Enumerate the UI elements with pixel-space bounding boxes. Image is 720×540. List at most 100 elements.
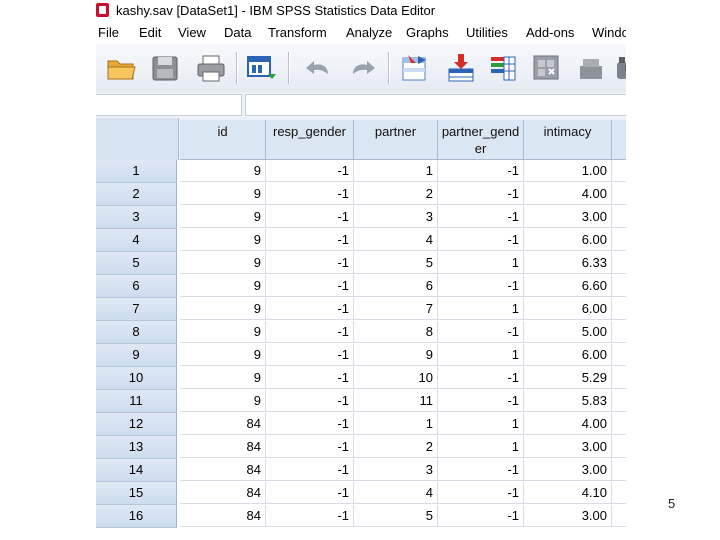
menu-data[interactable]: Data xyxy=(224,25,251,40)
cell-intimacy[interactable]: 4.00 xyxy=(524,413,612,435)
open-folder-icon[interactable] xyxy=(104,52,138,84)
cell-partner[interactable]: 7 xyxy=(354,298,438,320)
cell-partner[interactable]: 9 xyxy=(354,344,438,366)
cell-partner[interactable]: 4 xyxy=(354,482,438,504)
cell-resp-gender[interactable]: -1 xyxy=(266,505,354,527)
cell-id[interactable]: 9 xyxy=(180,321,266,343)
cell-partner-gender[interactable]: -1 xyxy=(438,229,524,251)
cell-partner-gender[interactable]: 1 xyxy=(438,436,524,458)
cell-intimacy[interactable]: 3.00 xyxy=(524,206,612,228)
find-binoculars-icon[interactable] xyxy=(612,52,626,84)
cell-empty[interactable] xyxy=(612,321,626,343)
cell-intimacy[interactable]: 3.00 xyxy=(524,505,612,527)
cell-id[interactable]: 84 xyxy=(180,482,266,504)
cell-empty[interactable] xyxy=(612,344,626,366)
cell-id[interactable]: 84 xyxy=(180,413,266,435)
dialog-recall-icon[interactable] xyxy=(244,52,278,84)
cell-partner[interactable]: 5 xyxy=(354,252,438,274)
cell-empty[interactable] xyxy=(612,390,626,412)
cell-partner-gender[interactable]: 1 xyxy=(438,344,524,366)
cell-resp-gender[interactable]: -1 xyxy=(266,367,354,389)
cell-empty[interactable] xyxy=(612,298,626,320)
cell-resp-gender[interactable]: -1 xyxy=(266,252,354,274)
cell-partner[interactable]: 4 xyxy=(354,229,438,251)
row-header[interactable]: 11 xyxy=(96,390,177,413)
row-header[interactable]: 12 xyxy=(96,413,177,436)
cell-partner[interactable]: 5 xyxy=(354,505,438,527)
cell-resp-gender[interactable]: -1 xyxy=(266,321,354,343)
row-header[interactable]: 6 xyxy=(96,275,177,298)
menu-analyze[interactable]: Analyze xyxy=(346,25,392,40)
cell-intimacy[interactable]: 4.10 xyxy=(524,482,612,504)
save-disk-icon[interactable] xyxy=(148,52,182,84)
cell-partner[interactable]: 2 xyxy=(354,436,438,458)
cell-intimacy[interactable]: 6.00 xyxy=(524,344,612,366)
cell-empty[interactable] xyxy=(612,482,626,504)
cell-partner[interactable]: 8 xyxy=(354,321,438,343)
insert-cases-icon[interactable] xyxy=(444,52,478,84)
cell-intimacy[interactable]: 6.00 xyxy=(524,229,612,251)
cell-partner[interactable]: 3 xyxy=(354,459,438,481)
cell-intimacy[interactable]: 1.00 xyxy=(524,160,612,182)
weight-cases-icon[interactable] xyxy=(574,52,608,84)
cell-partner-gender[interactable]: 1 xyxy=(438,252,524,274)
cell-partner-gender[interactable]: -1 xyxy=(438,390,524,412)
cell-id[interactable]: 84 xyxy=(180,436,266,458)
cell-resp-gender[interactable]: -1 xyxy=(266,275,354,297)
undo-icon[interactable] xyxy=(301,52,335,84)
cell-id[interactable]: 9 xyxy=(180,390,266,412)
cell-partner-gender[interactable]: -1 xyxy=(438,321,524,343)
cell-partner-gender[interactable]: 1 xyxy=(438,413,524,435)
menu-edit[interactable]: Edit xyxy=(139,25,161,40)
cell-empty[interactable] xyxy=(612,206,626,228)
cell-partner[interactable]: 2 xyxy=(354,183,438,205)
row-header[interactable]: 1 xyxy=(96,160,177,183)
row-header[interactable]: 10 xyxy=(96,367,177,390)
print-icon[interactable] xyxy=(194,52,228,84)
cell-reference-field[interactable] xyxy=(96,94,242,116)
cell-resp-gender[interactable]: -1 xyxy=(266,390,354,412)
menu-graphs[interactable]: Graphs xyxy=(406,25,449,40)
menu-utilities[interactable]: Utilities xyxy=(466,25,508,40)
redo-icon[interactable] xyxy=(346,52,380,84)
cell-empty[interactable] xyxy=(612,252,626,274)
row-header[interactable]: 5 xyxy=(96,252,177,275)
row-header[interactable]: 2 xyxy=(96,183,177,206)
cell-resp-gender[interactable]: -1 xyxy=(266,459,354,481)
cell-empty[interactable] xyxy=(612,160,626,182)
cell-partner[interactable]: 1 xyxy=(354,160,438,182)
cell-id[interactable]: 9 xyxy=(180,206,266,228)
cell-partner[interactable]: 1 xyxy=(354,413,438,435)
cell-intimacy[interactable]: 5.29 xyxy=(524,367,612,389)
cell-resp-gender[interactable]: -1 xyxy=(266,298,354,320)
row-header[interactable]: 3 xyxy=(96,206,177,229)
menu-transform[interactable]: Transform xyxy=(268,25,327,40)
menu-windo[interactable]: Windo xyxy=(592,25,626,40)
column-header-resp-gender[interactable]: resp_gender xyxy=(266,120,354,160)
row-header[interactable]: 16 xyxy=(96,505,177,528)
cell-partner[interactable]: 3 xyxy=(354,206,438,228)
cell-empty[interactable] xyxy=(612,505,626,527)
cell-partner-gender[interactable]: -1 xyxy=(438,505,524,527)
cell-intimacy[interactable]: 6.33 xyxy=(524,252,612,274)
cell-id[interactable]: 9 xyxy=(180,252,266,274)
cell-empty[interactable] xyxy=(612,413,626,435)
cell-partner-gender[interactable]: -1 xyxy=(438,459,524,481)
cell-id[interactable]: 84 xyxy=(180,505,266,527)
menu-file[interactable]: File xyxy=(98,25,119,40)
row-header[interactable]: 7 xyxy=(96,298,177,321)
cell-empty[interactable] xyxy=(612,436,626,458)
cell-resp-gender[interactable]: -1 xyxy=(266,229,354,251)
column-header-empty[interactable] xyxy=(612,120,626,160)
grid-corner[interactable] xyxy=(96,118,179,161)
cell-id[interactable]: 84 xyxy=(180,459,266,481)
cell-empty[interactable] xyxy=(612,459,626,481)
row-header[interactable]: 9 xyxy=(96,344,177,367)
cell-empty[interactable] xyxy=(612,275,626,297)
cell-empty[interactable] xyxy=(612,183,626,205)
cell-resp-gender[interactable]: -1 xyxy=(266,183,354,205)
cell-resp-gender[interactable]: -1 xyxy=(266,436,354,458)
row-header[interactable]: 13 xyxy=(96,436,177,459)
column-header-partner[interactable]: partner xyxy=(354,120,438,160)
row-header[interactable]: 4 xyxy=(96,229,177,252)
